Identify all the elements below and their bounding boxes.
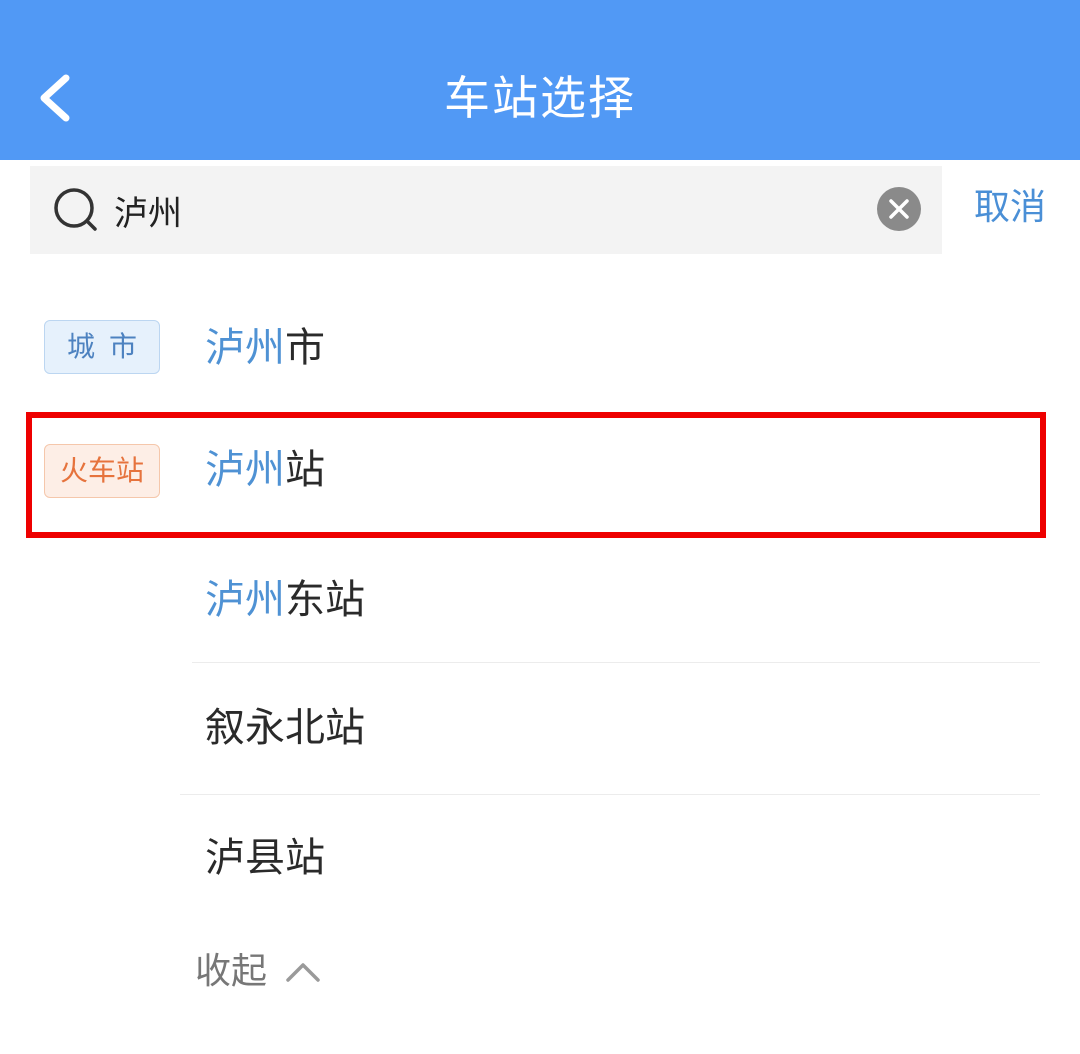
- cancel-button[interactable]: 取消: [960, 180, 1060, 236]
- collapse-label: 收起: [195, 951, 268, 992]
- result-match-text: 泸州: [205, 325, 285, 371]
- row-divider: [192, 662, 1040, 663]
- result-match-text: 泸州: [205, 447, 285, 493]
- chevron-up-icon: [286, 963, 320, 982]
- row-divider: [180, 794, 1040, 795]
- search-bar: [30, 166, 942, 254]
- collapse-button[interactable]: 收起: [195, 942, 355, 1002]
- result-item-station[interactable]: 泸州站: [205, 438, 1005, 502]
- clear-icon[interactable]: [876, 186, 922, 232]
- result-item-station[interactable]: 泸州东站: [205, 568, 1005, 632]
- result-rest-text: 站: [285, 447, 325, 493]
- result-item-city[interactable]: 泸州市: [205, 316, 1005, 380]
- result-item-station[interactable]: 泸县站: [205, 826, 1005, 890]
- result-item-station[interactable]: 叙永北站: [205, 696, 1005, 760]
- result-match-text: 泸州: [205, 577, 285, 623]
- search-icon: [54, 188, 97, 231]
- result-rest-text: 泸县站: [205, 835, 325, 881]
- result-rest-text: 叙永北站: [205, 705, 365, 751]
- app-header: 车站选择: [0, 0, 1080, 160]
- page-title: 车站选择: [444, 71, 636, 125]
- result-rest-text: 东站: [285, 577, 365, 623]
- city-tag: 城市: [44, 320, 160, 374]
- search-input[interactable]: [114, 182, 874, 238]
- train-station-tag: 火车站: [44, 444, 160, 498]
- result-rest-text: 市: [285, 325, 325, 371]
